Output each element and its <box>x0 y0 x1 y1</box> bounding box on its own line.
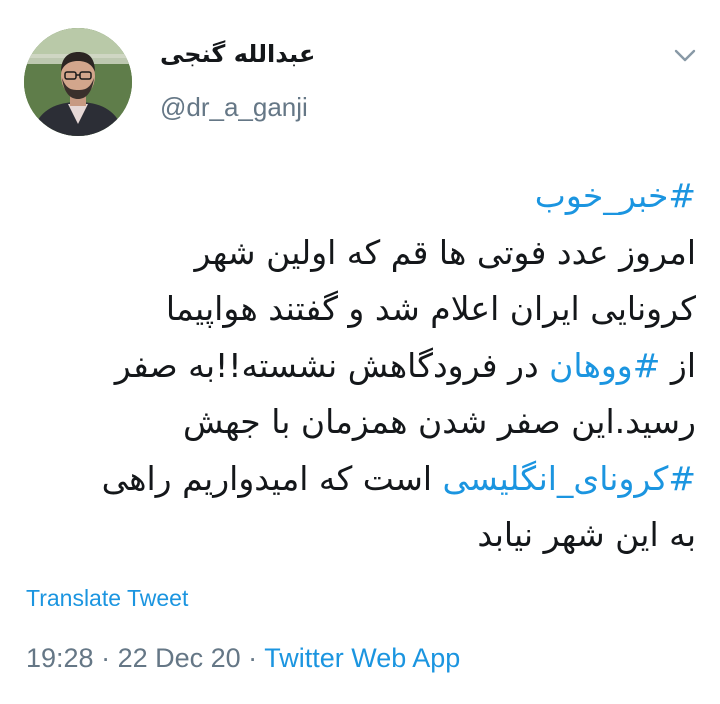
tweet-card: عبدالله گنجی @dr_a_ganji #خبر_خوب امروز ع… <box>0 0 720 704</box>
display-name[interactable]: عبدالله گنجی <box>160 36 315 72</box>
tweet-line: به این شهر نیابد <box>26 507 696 564</box>
tweet-line: رسید.این صفر شدن همزمان با جهش <box>26 394 696 451</box>
meta-separator: · <box>93 643 118 673</box>
tweet-source[interactable]: Twitter Web App <box>264 643 460 673</box>
tweet-text-segment: است که امیدواریم راهی <box>101 458 443 498</box>
tweet-text-segment: کرونایی ایران اعلام شد و گفتند هواپیما <box>165 289 696 328</box>
user-handle[interactable]: @dr_a_ganji <box>160 90 315 124</box>
tweet-line: #خبر_خوب <box>26 168 696 225</box>
meta-separator: · <box>240 643 265 673</box>
tweet-line: امروز عدد فوتی ها قم که اولین شهر <box>26 225 696 282</box>
tweet-time[interactable]: 19:28 <box>26 643 94 673</box>
avatar[interactable] <box>24 28 132 136</box>
avatar-photo <box>24 28 132 136</box>
tweet-text: #خبر_خوب امروز عدد فوتی ها قم که اولین شه… <box>26 168 696 564</box>
hashtag-link[interactable]: #خبر_خوب <box>535 176 696 215</box>
tweet-line: از #ووهان در فرودگاهش نشسته!!به صفر <box>26 338 696 395</box>
user-info: عبدالله گنجی @dr_a_ganji <box>160 36 315 124</box>
tweet-line: #کرونای_انگلیسی است که امیدواریم راهی <box>26 451 696 508</box>
tweet-text-segment: در فرودگاهش نشسته!!به صفر <box>114 345 550 385</box>
tweet-date[interactable]: 22 Dec 20 <box>118 643 241 673</box>
tweet-text-segment: رسید.این صفر شدن همزمان با جهش <box>183 402 696 441</box>
hashtag-link[interactable]: #کرونای_انگلیسی <box>443 459 696 498</box>
hashtag-link[interactable]: #ووهان <box>549 346 660 385</box>
tweet-text-segment: از <box>660 345 696 385</box>
tweet-text-segment: به این شهر نیابد <box>477 515 696 554</box>
tweet-text-segment: امروز عدد فوتی ها قم که اولین شهر <box>194 232 696 272</box>
tweet-meta: 19:28 · 22 Dec 20 · Twitter Web App <box>26 640 460 676</box>
tweet-line: کرونایی ایران اعلام شد و گفتند هواپیما <box>26 281 696 338</box>
chevron-down-icon <box>674 49 696 62</box>
tweet-menu-button[interactable] <box>672 46 698 66</box>
translate-tweet-link[interactable]: Translate Tweet <box>26 582 188 614</box>
